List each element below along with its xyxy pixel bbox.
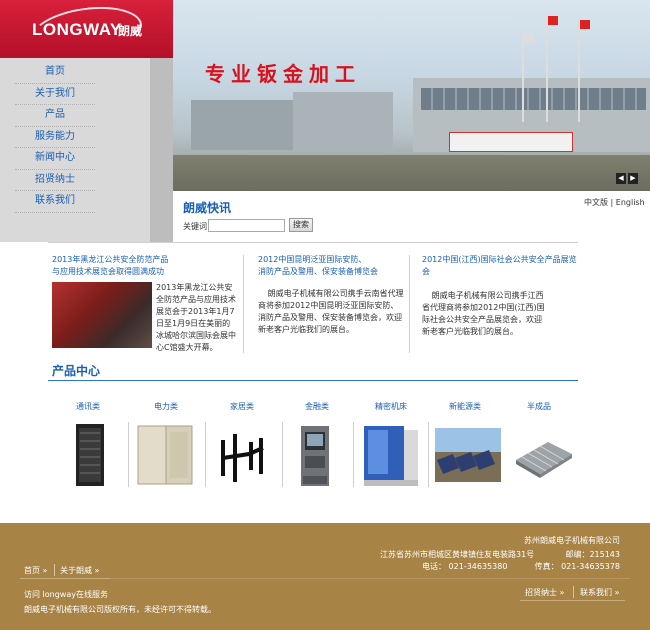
footer-tel: 电话： 021-34635380 (422, 562, 508, 571)
telecom-cabinet-image[interactable] (70, 420, 110, 490)
footer-link-about[interactable]: 关于朗威 » (60, 565, 99, 576)
flagpole (578, 18, 580, 122)
footer-link-home[interactable]: 首页 » (24, 565, 47, 576)
category-link-home[interactable]: 家居类 (230, 401, 254, 412)
news-item: 2013年黑龙江公共安全防范产品 与应用技术展览会取得圆满成功 (52, 254, 232, 278)
nav-item-careers[interactable]: 招贤纳士 (15, 170, 95, 191)
footer-fax: 传真： 021-34635378 (534, 562, 620, 571)
news-title-line: 2012中国昆明泛亚国际安防、 (258, 255, 367, 264)
search-input[interactable] (208, 219, 285, 232)
flag-icon (548, 16, 558, 25)
news-summary: 2013年黑龙江公共安全防范产品与应用技术展览会于2013年1月7日至1月9日在… (156, 283, 236, 352)
solar-panel-image[interactable] (435, 420, 501, 490)
news-item: 2012中国(江西)国际社会公共安全产品展览会 朗威电子机械有限公司携手江西省代… (422, 254, 582, 338)
nav-item-label: 首页 (45, 66, 65, 77)
divider (48, 380, 578, 381)
flagpole (522, 32, 524, 122)
footer-link-contact[interactable]: 联系我们 » (580, 587, 619, 598)
nav-item-services[interactable]: 服务能力 (15, 127, 95, 148)
nav-item-home[interactable]: 首页 (15, 62, 95, 84)
nav-item-label: 新闻中心 (35, 152, 75, 163)
category-link-power[interactable]: 电力类 (154, 401, 178, 412)
footer-link-careers[interactable]: 招贤纳士 » (525, 587, 564, 598)
category-link-telecom[interactable]: 通讯类 (76, 401, 100, 412)
nav-item-news[interactable]: 新闻中心 (15, 148, 95, 170)
semi-product-image[interactable] (512, 420, 576, 490)
news-title-line: 2012中国(江西)国际社会公共安全产品展览会 (422, 255, 577, 276)
company-sign (449, 132, 573, 152)
footer-divider (573, 586, 574, 598)
category-link-finance[interactable]: 金融类 (305, 401, 329, 412)
flag-icon (524, 34, 534, 43)
hero-banner: 专业钣金加工 ◀ ▶ (173, 0, 650, 191)
nav-item-label: 招贤纳士 (35, 173, 75, 185)
column-divider (243, 255, 244, 353)
news-title[interactable]: 2013年黑龙江公共安全防范产品 与应用技术展览会取得圆满成功 (52, 254, 232, 278)
site-footer: 苏州朗威电子机械有限公司 江苏省苏州市相城区黄埭镇住友电装路31号 邮编：215… (0, 523, 650, 630)
nav-item-contact[interactable]: 联系我们 (15, 191, 95, 213)
tv-mount-image[interactable] (215, 420, 271, 490)
footer-copyright: 朗威电子机械有限公司版权所有，未经许可不得转载。 (24, 605, 216, 614)
footer-postcode: 邮编：215143 (565, 550, 620, 559)
news-title-line: 2013年黑龙江公共安全防范产品 (52, 255, 169, 264)
product-divider (353, 422, 354, 487)
main-nav: 首页 关于我们 产品 服务能力 新闻中心 招贤纳士 联系我们 (0, 58, 150, 242)
news-photo[interactable] (52, 282, 152, 348)
logo-cn: 朗威 (118, 24, 143, 38)
atm-enclosure-image[interactable] (295, 420, 335, 490)
prev-slide-button[interactable]: ◀ (616, 173, 626, 184)
next-slide-button[interactable]: ▶ (628, 173, 638, 184)
quick-news-title: 朗威快讯 (183, 201, 232, 215)
building-mid (293, 92, 393, 152)
news-title-line: 与应用技术展览会取得圆满成功 (52, 267, 164, 276)
news-title[interactable]: 2012中国(江西)国际社会公共安全产品展览会 (422, 254, 582, 278)
flagpole (546, 14, 548, 122)
nav-item-about[interactable]: 关于我们 (15, 84, 95, 105)
product-divider (282, 422, 283, 487)
footer-address: 江苏省苏州市相城区黄埭镇住友电装路31号 (380, 550, 535, 559)
road (173, 155, 650, 191)
footer-divider (54, 564, 55, 576)
column-divider (409, 255, 410, 353)
news-title-line: 消防产品及警用、保安装备博览会 (258, 267, 378, 276)
flag-icon (580, 20, 590, 29)
footer-rule (520, 600, 625, 601)
brand-logo[interactable]: LONGWAY 朗威 (0, 0, 173, 58)
footer-company: 苏州朗威电子机械有限公司 (524, 536, 620, 545)
machine-housing-image[interactable] (360, 420, 422, 490)
category-link-semi[interactable]: 半成品 (527, 401, 551, 412)
building-windows (421, 88, 646, 110)
product-divider (428, 422, 429, 487)
language-switch[interactable]: 中文版 | English (584, 197, 645, 208)
category-link-energy[interactable]: 新能源类 (449, 401, 481, 412)
footer-rule (20, 578, 630, 579)
search-label: 关键词 (183, 222, 207, 231)
search-button[interactable]: 搜索 (289, 218, 313, 232)
nav-item-label: 联系我们 (35, 195, 75, 206)
category-link-machine[interactable]: 精密机床 (375, 401, 407, 412)
footer-visit[interactable]: 访问 longway在线服务 (24, 589, 108, 600)
product-center-title: 产品中心 (52, 364, 101, 378)
banner-title: 专业钣金加工 (205, 62, 361, 86)
news-title[interactable]: 2012中国昆明泛亚国际安防、 消防产品及警用、保安装备博览会 (258, 254, 406, 278)
nav-item-label: 产品 (45, 109, 65, 120)
divider (48, 242, 578, 243)
news-summary: 朗威电子机械有限公司携手江西省代理商将参加2012中国(江西)国际社会公共安全产… (422, 291, 545, 336)
nav-gutter (150, 58, 173, 242)
nav-item-products[interactable]: 产品 (15, 105, 95, 127)
news-item: 2012中国昆明泛亚国际安防、 消防产品及警用、保安装备博览会 朗威电子机械有限… (258, 254, 406, 336)
news-summary: 朗威电子机械有限公司携手云南省代理商将参加2012中国昆明泛亚国际安防、消防产品… (258, 289, 404, 334)
nav-item-label: 服务能力 (35, 130, 75, 142)
nav-item-label: 关于我们 (35, 87, 75, 99)
power-cabinet-image[interactable] (134, 420, 198, 490)
product-divider (205, 422, 206, 487)
product-divider (128, 422, 129, 487)
logo-text: LONGWAY (32, 20, 122, 39)
